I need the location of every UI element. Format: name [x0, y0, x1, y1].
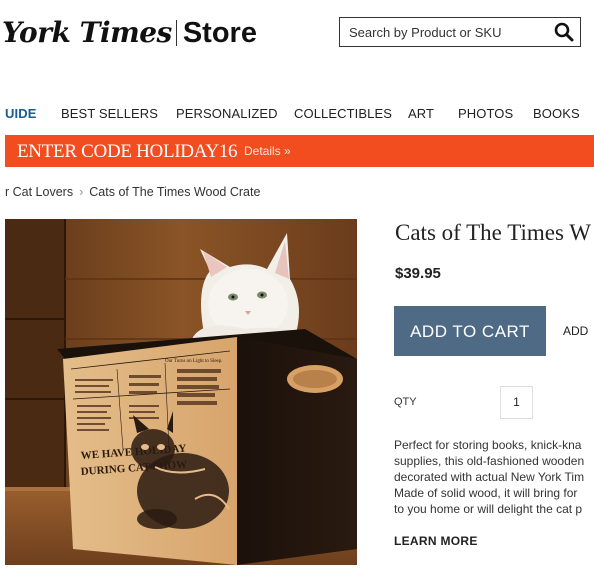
- nav-item-best-sellers[interactable]: BEST SELLERS: [61, 106, 158, 121]
- nav-item-personalized[interactable]: PERSONALIZED: [176, 106, 278, 121]
- promo-details-link[interactable]: Details »: [244, 144, 291, 158]
- nav-item-art[interactable]: ART: [408, 106, 434, 121]
- product-photo: Our Turns on Light to Sleep. WE HAVE HOL…: [5, 219, 357, 565]
- learn-more-link[interactable]: LEARN MORE: [394, 534, 478, 548]
- qty-label: QTY: [394, 396, 417, 408]
- promo-code-text: ENTER CODE HOLIDAY16: [17, 141, 238, 162]
- description-line: Perfect for storing books, knick-kna: [394, 438, 582, 452]
- logo-store-label: Store: [182, 17, 257, 49]
- chevron-right-icon: ›: [79, 185, 84, 199]
- promo-banner: ENTER CODE HOLIDAY16 Details »: [5, 135, 594, 167]
- search-icon[interactable]: [554, 22, 574, 42]
- description-line: Made of solid wood, it will bring for: [394, 486, 578, 500]
- description-line: supplies, this old-fashioned wooden: [394, 454, 585, 468]
- add-secondary-button[interactable]: ADD: [563, 324, 588, 338]
- product-image[interactable]: Our Turns on Light to Sleep. WE HAVE HOL…: [5, 219, 357, 565]
- description-line: to you home or will delight the cat p: [394, 502, 583, 516]
- nav-item-collectibles[interactable]: COLLECTIBLES: [294, 106, 392, 121]
- crate-header-text: Our Turns on Light to Sleep.: [165, 359, 223, 364]
- quantity-input[interactable]: 1: [500, 386, 533, 419]
- description-line: decorated with actual New York Tim: [394, 470, 585, 484]
- search-input[interactable]: Search by Product or SKU: [339, 17, 581, 47]
- product-description: Perfect for storing books, knick-kna sup…: [394, 437, 594, 517]
- store-logo[interactable]: York Times Store: [2, 16, 257, 50]
- nav-item-photos[interactable]: PHOTOS: [458, 106, 513, 121]
- nav-item-guide[interactable]: UIDE: [5, 106, 36, 121]
- main-nav: UIDE BEST SELLERS PERSONALIZED COLLECTIB…: [0, 106, 594, 124]
- breadcrumb-item-category[interactable]: r Cat Lovers: [5, 185, 73, 199]
- search-placeholder: Search by Product or SKU: [349, 25, 502, 40]
- breadcrumb-item-current: Cats of The Times Wood Crate: [89, 185, 261, 199]
- logo-divider: [175, 20, 177, 46]
- product-price: $39.95: [395, 265, 441, 282]
- product-title: Cats of The Times W: [395, 220, 591, 245]
- breadcrumb: r Cat Lovers › Cats of The Times Wood Crat…: [5, 185, 260, 199]
- add-to-cart-button[interactable]: ADD TO CART: [394, 306, 546, 356]
- logo-wordmark: York Times: [2, 16, 172, 49]
- nav-item-books[interactable]: BOOKS: [533, 106, 580, 121]
